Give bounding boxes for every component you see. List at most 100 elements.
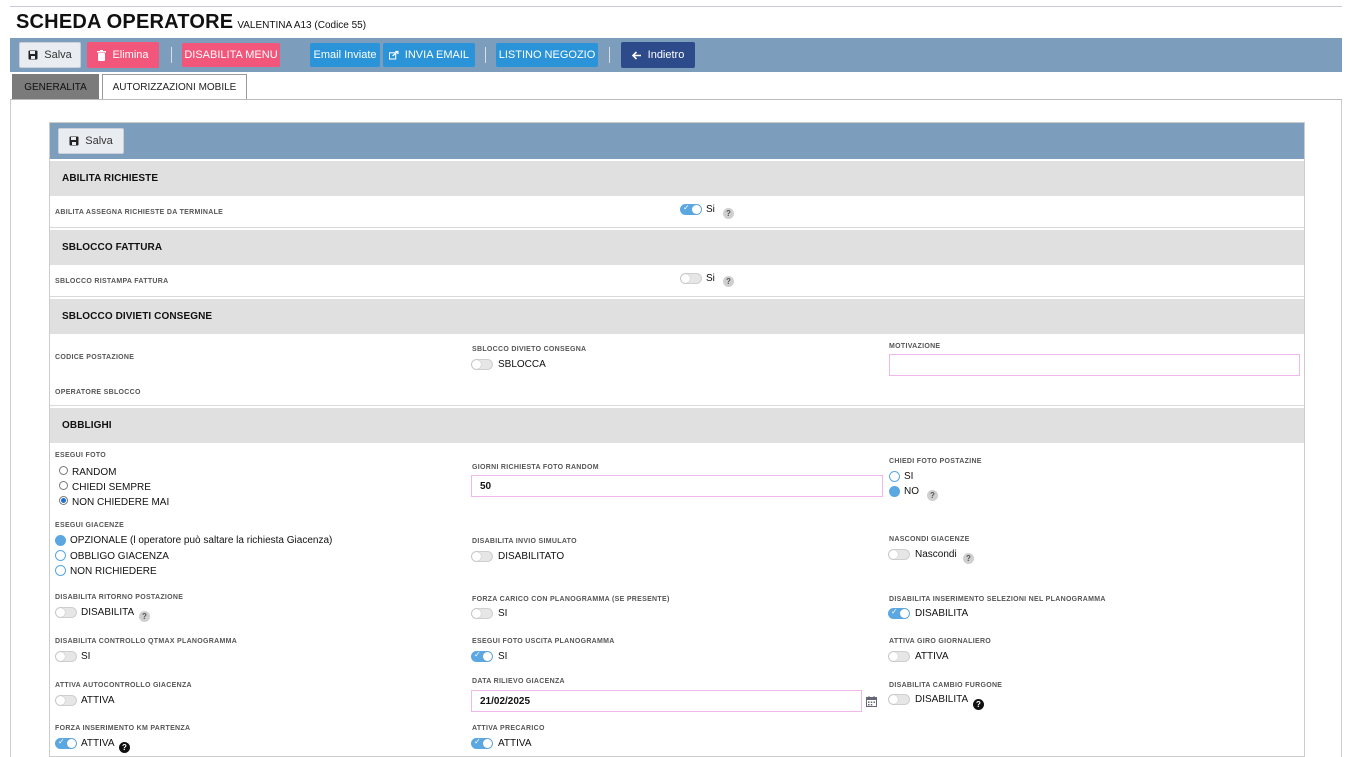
radio-label: NO (904, 486, 919, 497)
help-icon[interactable]: ? (119, 742, 130, 753)
field-label: DISABILITA CAMBIO FURGONE (889, 682, 1003, 689)
section-abilita-richieste: ABILITA RICHIESTE (50, 161, 1304, 196)
toggle-label: DISABILITA (915, 694, 969, 705)
field-label: DISABILITA CONTROLLO QTMAX PLANOGRAMMA (55, 638, 238, 645)
frame-border (10, 100, 11, 757)
toggle-label: DISABILITA (81, 607, 135, 618)
radio-opzionale[interactable] (55, 535, 66, 546)
main-toolbar: Salva Elimina DISABILITA MENU Email Invi… (10, 38, 1342, 72)
panel-toolbar: Salva (50, 123, 1304, 159)
field-label: CODICE POSTAZIONE (55, 354, 135, 361)
forza-km-toggle[interactable] (55, 737, 77, 749)
toggle-label: Si (706, 273, 715, 284)
panel-save-button[interactable]: Salva (58, 128, 124, 154)
floppy-icon (28, 50, 38, 60)
disabilita-cambio-toggle[interactable] (888, 694, 910, 705)
top-divider (10, 6, 1342, 7)
toggle-label: ATTIVA (915, 651, 949, 662)
radio-label: OPZIONALE (l operatore può saltare la ri… (70, 535, 333, 546)
floppy-icon (69, 136, 79, 146)
toggle-label: DISABILITATO (498, 551, 565, 562)
save-button-label: Salva (44, 49, 72, 61)
shop-list-button[interactable]: LISTINO NEGOZIO (496, 43, 598, 67)
field-label: MOTIVAZIONE (889, 343, 941, 350)
motivazione-input[interactable] (889, 354, 1300, 376)
delete-button[interactable]: Elimina (87, 42, 159, 68)
tab-generalita[interactable]: GENERALITA (12, 74, 99, 100)
toggle-label: ATTIVA (81, 738, 115, 749)
emails-sent-button[interactable]: Email Inviate (310, 43, 380, 67)
giorni-foto-input[interactable]: 50 (471, 475, 883, 497)
send-email-button[interactable]: INVIA EMAIL (383, 43, 475, 67)
esegui-foto-uscita-toggle[interactable] (471, 650, 493, 662)
radio-chiedi-sempre[interactable] (59, 481, 68, 490)
section-obblighi: OBBLIGHI (50, 408, 1304, 443)
nascondi-giacenze-toggle[interactable] (888, 549, 910, 560)
forza-carico-toggle[interactable] (471, 608, 493, 619)
row-divider (50, 405, 1304, 406)
radio-label: OBBLIGO GIACENZA (70, 551, 169, 562)
toggle-label: DISABILITA (915, 608, 969, 619)
attiva-autocontrollo-toggle[interactable] (55, 695, 77, 706)
sblocca-toggle[interactable] (471, 359, 493, 370)
help-icon[interactable]: ? (723, 276, 734, 287)
disabilita-ritorno-toggle[interactable] (55, 607, 77, 618)
attiva-giro-toggle[interactable] (888, 651, 910, 662)
toolbar-separator (609, 47, 610, 63)
radio-label: NON RICHIEDERE (70, 566, 157, 577)
attiva-precarico-toggle[interactable] (471, 737, 493, 749)
radio-si[interactable] (889, 471, 900, 482)
help-icon[interactable]: ? (723, 208, 734, 219)
radio-obbligo-giacenza[interactable] (55, 550, 66, 561)
data-rilievo-input[interactable]: 21/02/2025 (471, 690, 862, 712)
share-icon (389, 50, 399, 60)
field-label: DISABILITA INVIO SIMULATO (472, 538, 577, 545)
save-button[interactable]: Salva (19, 42, 81, 68)
help-icon[interactable]: ? (139, 611, 150, 622)
tab-autorizzazioni-mobile[interactable]: AUTORIZZAZIONI MOBILE (102, 74, 247, 100)
frame-border (1341, 100, 1342, 757)
radio-non-chiedere-mai[interactable] (59, 496, 68, 505)
field-label: GIORNI RICHIESTA FOTO RANDOM (472, 464, 599, 471)
arrow-left-icon (631, 50, 641, 60)
radio-random[interactable] (59, 466, 68, 475)
radio-label: CHIEDI SEMPRE (72, 482, 151, 493)
field-label: SBLOCCO DIVIETO CONSEGNA (472, 346, 587, 353)
sblocco-fattura-toggle[interactable] (680, 273, 702, 284)
field-label: ESEGUI FOTO (55, 452, 107, 459)
field-label: FORZA INSERIMENTO KM PARTENZA (55, 725, 191, 732)
toggle-label: SI (498, 651, 508, 662)
abilita-richieste-toggle[interactable] (680, 203, 702, 215)
help-icon[interactable]: ? (973, 699, 984, 710)
toggle-label: SBLOCCA (498, 359, 546, 370)
section-sblocco-divieti: SBLOCCO DIVIETI CONSEGNE (50, 299, 1304, 334)
toolbar-separator (485, 47, 486, 63)
radio-non-richiedere[interactable] (55, 565, 66, 576)
back-button[interactable]: Indietro (621, 42, 695, 68)
field-label: ATTIVA PRECARICO (472, 725, 545, 732)
radio-label: RANDOM (72, 467, 117, 478)
toggle-label: SI (498, 608, 508, 619)
toggle-label: SI (81, 651, 91, 662)
page-title: SCHEDA OPERATORE (16, 11, 234, 33)
field-label: DATA RILIEVO GIACENZA (472, 678, 565, 685)
radio-label: NON CHIEDERE MAI (72, 497, 170, 508)
disabilita-inserimento-toggle[interactable] (888, 607, 910, 619)
toggle-label: Nascondi (915, 549, 957, 560)
field-label: DISABILITA RITORNO POSTAZIONE (55, 594, 184, 601)
calendar-icon[interactable] (866, 696, 877, 707)
radio-label: SI (904, 471, 914, 482)
radio-no[interactable] (889, 486, 900, 497)
back-button-label: Indietro (647, 49, 685, 61)
field-label: NASCONDI GIACENZE (889, 536, 970, 543)
field-label: ATTIVA GIRO GIORNALIERO (889, 638, 992, 645)
disable-menu-button[interactable]: DISABILITA MENU (182, 43, 280, 67)
help-icon[interactable]: ? (927, 490, 938, 501)
help-icon[interactable]: ? (963, 553, 974, 564)
disabilita-controllo-toggle[interactable] (55, 651, 77, 662)
field-label: OPERATORE SBLOCCO (55, 389, 141, 396)
row-divider (50, 296, 1304, 297)
row-divider (50, 227, 1304, 228)
send-email-label: INVIA EMAIL (404, 49, 469, 61)
disabilita-invio-toggle[interactable] (471, 551, 493, 562)
